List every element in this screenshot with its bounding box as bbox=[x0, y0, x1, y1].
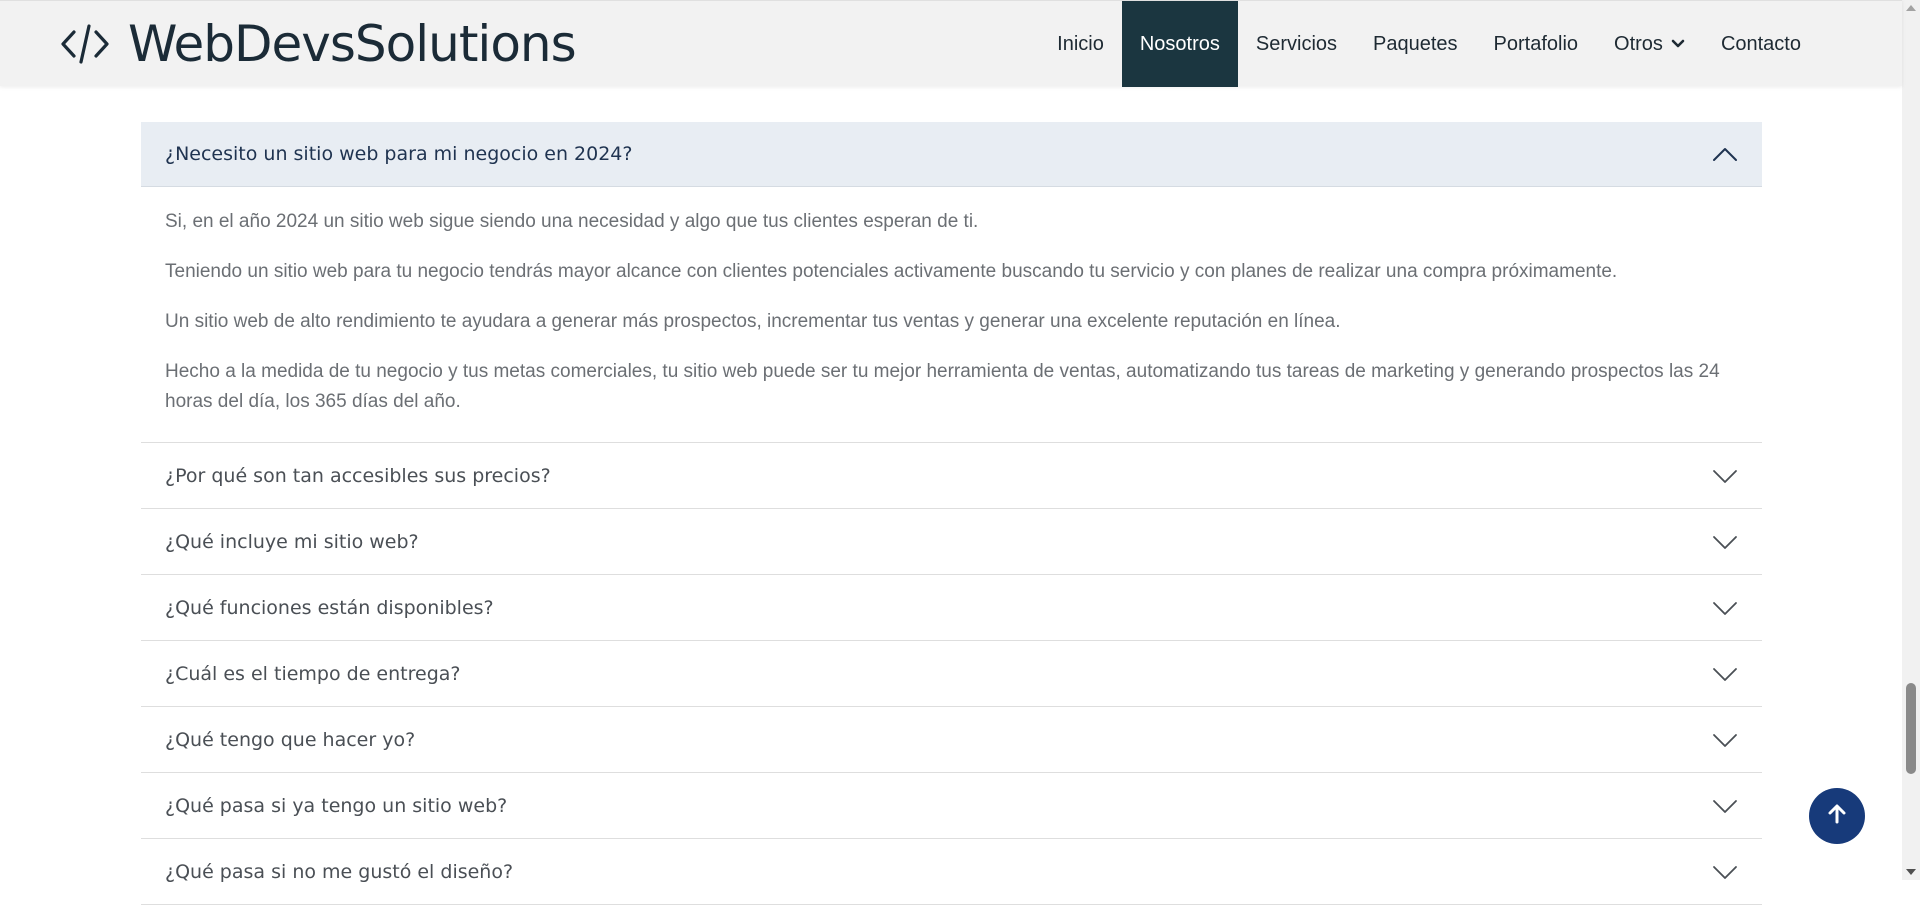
logo[interactable]: WebDevsSolutions bbox=[60, 13, 577, 75]
faq-item[interactable]: ¿Qué incluye mi sitio web? bbox=[141, 509, 1762, 575]
faq-question: ¿Qué pasa si no me gustó el diseño? bbox=[165, 860, 514, 883]
faq-answer-paragraph: Hecho a la medida de tu negocio y tus me… bbox=[165, 361, 1720, 412]
page-scrollbar[interactable] bbox=[1902, 0, 1920, 880]
site-header: WebDevsSolutions Inicio Nosotros Servici… bbox=[0, 0, 1902, 87]
nav-item-label: Portafolio bbox=[1493, 32, 1579, 55]
chevron-down-icon bbox=[1712, 666, 1738, 682]
chevron-down-icon bbox=[1712, 468, 1738, 484]
nav-item-otros[interactable]: Otros bbox=[1596, 1, 1703, 87]
faq-item[interactable]: ¿Qué pasa si ya tengo un sitio web? bbox=[141, 773, 1762, 839]
chevron-down-icon bbox=[1712, 864, 1738, 880]
arrow-up-icon bbox=[1826, 803, 1848, 830]
chevron-up-icon bbox=[1712, 146, 1738, 162]
faq-item[interactable]: ¿Qué funciones están disponibles? bbox=[141, 575, 1762, 641]
back-to-top-button[interactable] bbox=[1809, 788, 1865, 844]
faq-item[interactable]: ¿Qué tengo que hacer yo? bbox=[141, 707, 1762, 773]
chevron-down-icon bbox=[1712, 534, 1738, 550]
chevron-down-icon bbox=[1712, 732, 1738, 748]
chevron-down-icon bbox=[1712, 600, 1738, 616]
faq-question: ¿Qué incluye mi sitio web? bbox=[165, 530, 419, 553]
nav-item-paquetes[interactable]: Paquetes bbox=[1355, 1, 1476, 87]
faq-question: ¿Necesito un sitio web para mi negocio e… bbox=[165, 143, 633, 165]
nav-item-inicio[interactable]: Inicio bbox=[1039, 1, 1122, 87]
faq-item-open-header[interactable]: ¿Necesito un sitio web para mi negocio e… bbox=[141, 122, 1762, 187]
faq-item[interactable]: ¿Cuál es el tiempo de entrega? bbox=[141, 641, 1762, 707]
faq-question: ¿Qué pasa si ya tengo un sitio web? bbox=[165, 794, 508, 817]
faq-answer-paragraph: Un sitio web de alto rendimiento te ayud… bbox=[165, 311, 1341, 332]
faq-answer-paragraph: Si, en el año 2024 un sitio web sigue si… bbox=[165, 211, 979, 232]
faq-item[interactable]: ¿Por qué son tan accesibles sus precios? bbox=[141, 443, 1762, 509]
faq-accordion: ¿Necesito un sitio web para mi negocio e… bbox=[141, 122, 1762, 905]
faq-answer-paragraph: Teniendo un sitio web para tu negocio te… bbox=[165, 261, 1618, 282]
nav-item-label: Nosotros bbox=[1139, 32, 1220, 55]
scroll-up-arrow-icon[interactable] bbox=[1906, 5, 1916, 11]
scrollbar-thumb[interactable] bbox=[1906, 683, 1916, 774]
logo-text: WebDevsSolutions bbox=[128, 15, 577, 73]
nav-item-portafolio[interactable]: Portafolio bbox=[1476, 1, 1597, 87]
nav-item-label: Inicio bbox=[1057, 32, 1104, 55]
code-brackets-icon bbox=[60, 22, 110, 66]
faq-question: ¿Qué funciones están disponibles? bbox=[165, 596, 494, 619]
nav-item-label: Otros bbox=[1614, 32, 1663, 55]
nav-item-label: Servicios bbox=[1255, 32, 1338, 55]
nav-item-servicios[interactable]: Servicios bbox=[1238, 1, 1355, 87]
main-nav: Inicio Nosotros Servicios Paquetes Porta… bbox=[1039, 1, 1819, 87]
faq-question: ¿Por qué son tan accesibles sus precios? bbox=[165, 464, 551, 487]
faq-question: ¿Qué tengo que hacer yo? bbox=[165, 728, 416, 751]
nav-item-contacto[interactable]: Contacto bbox=[1703, 1, 1819, 87]
faq-question: ¿Cuál es el tiempo de entrega? bbox=[165, 662, 461, 685]
chevron-down-icon bbox=[1671, 39, 1685, 49]
chevron-down-icon bbox=[1712, 798, 1738, 814]
nav-item-label: Contacto bbox=[1720, 32, 1801, 55]
faq-answer: Si, en el año 2024 un sitio web sigue si… bbox=[141, 187, 1762, 443]
scroll-down-arrow-icon[interactable] bbox=[1906, 869, 1916, 875]
nav-item-label: Paquetes bbox=[1373, 32, 1458, 55]
nav-item-nosotros[interactable]: Nosotros bbox=[1121, 1, 1238, 87]
faq-item[interactable]: ¿Qué pasa si no me gustó el diseño? bbox=[141, 839, 1762, 905]
